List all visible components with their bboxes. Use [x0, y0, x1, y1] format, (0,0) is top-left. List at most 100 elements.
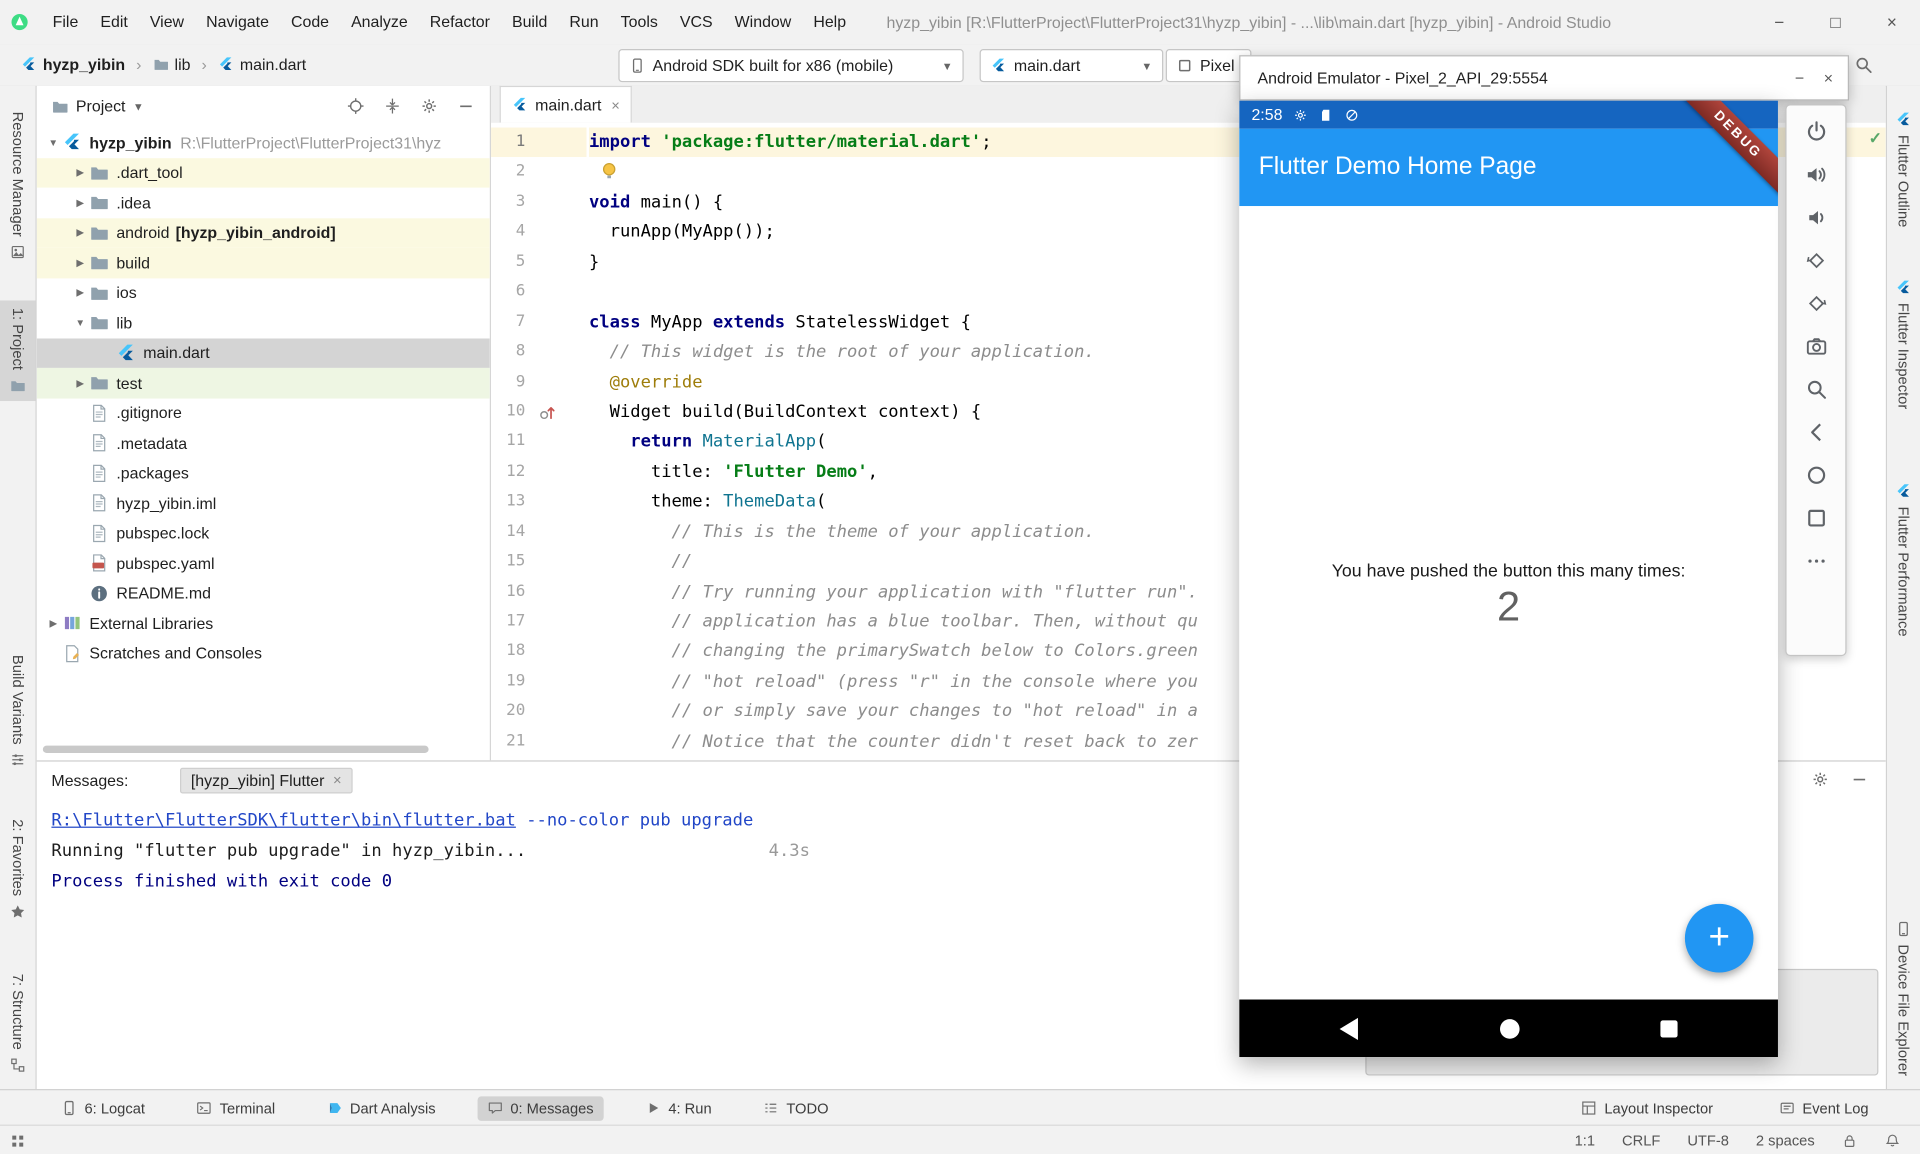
emulator-screen[interactable]: 2:58 Flutter Demo Home Page DEBUG You ha…	[1239, 101, 1778, 1058]
tree-item-metadata[interactable]: .metadata	[37, 428, 490, 458]
close-button[interactable]: ×	[1864, 0, 1920, 44]
increment-fab[interactable]: +	[1685, 904, 1754, 973]
tree-item-idea[interactable]: ▶.idea	[37, 188, 490, 218]
menu-run[interactable]: Run	[558, 12, 609, 30]
menu-tools[interactable]: Tools	[610, 12, 669, 30]
tool-button-7-structure[interactable]: 7: Structure	[0, 966, 36, 1080]
tree-item-dart-tool[interactable]: ▶.dart_tool	[37, 158, 490, 188]
rotate-left-icon[interactable]	[1804, 249, 1827, 272]
tool-button-flutter-inspector[interactable]: Flutter Inspector	[1887, 272, 1920, 416]
overview-button[interactable]	[1660, 1020, 1677, 1037]
tool-button-event-log[interactable]: Event Log	[1769, 1096, 1878, 1121]
menu-view[interactable]: View	[139, 12, 195, 30]
tree-item-pubspec-lock[interactable]: pubspec.lock	[37, 518, 490, 548]
breadcrumb-hyzp-yibin[interactable]: hyzp_yibin	[17, 53, 129, 76]
gear-icon[interactable]	[1811, 770, 1829, 788]
status-item-1-1[interactable]: 1:1	[1575, 1132, 1595, 1149]
tool-button-4-run[interactable]: 4: Run	[635, 1096, 721, 1121]
tree-item-scratches-and-consoles[interactable]: Scratches and Consoles	[37, 638, 490, 668]
bulb-icon[interactable]	[599, 161, 620, 182]
menu-vcs[interactable]: VCS	[669, 12, 724, 30]
expander-icon[interactable]: ▶	[71, 257, 89, 268]
tree-item-ios[interactable]: ▶ios	[37, 278, 490, 308]
status-item-utf-8[interactable]: UTF-8	[1687, 1132, 1729, 1149]
notifications-icon[interactable]	[1885, 1133, 1901, 1149]
menu-window[interactable]: Window	[724, 12, 803, 30]
home-icon[interactable]	[1804, 464, 1827, 487]
tool-button-build-variants[interactable]: Build Variants	[0, 648, 36, 776]
tool-button-0-messages[interactable]: 0: Messages	[477, 1096, 603, 1121]
volume-down-icon[interactable]	[1804, 206, 1827, 229]
chevron-down-icon[interactable]: ▼	[133, 100, 144, 112]
expander-icon[interactable]: ▶	[71, 197, 89, 208]
tool-button-todo[interactable]: TODO	[753, 1096, 838, 1121]
expander-icon[interactable]: ▶	[71, 377, 89, 388]
tree-item-packages[interactable]: .packages	[37, 458, 490, 488]
tree-item-hyzp-yibin-iml[interactable]: hyzp_yibin.iml	[37, 488, 490, 518]
minimize-button[interactable]: −	[1795, 69, 1804, 87]
project-panel-title[interactable]: Project	[76, 97, 126, 115]
expander-icon[interactable]: ▶	[71, 287, 89, 298]
menu-analyze[interactable]: Analyze	[340, 12, 419, 30]
breadcrumb-main-dart[interactable]: main.dart	[214, 53, 310, 76]
close-tab-icon[interactable]: ×	[611, 96, 620, 113]
tree-item-hyzp-yibin[interactable]: ▼hyzp_yibinR:\FlutterProject\FlutterProj…	[37, 128, 490, 158]
home-button[interactable]	[1499, 1019, 1519, 1039]
hide-panel-icon[interactable]	[457, 97, 475, 115]
expander-icon[interactable]: ▶	[71, 227, 89, 238]
hide-panel-icon[interactable]	[1850, 770, 1868, 788]
tree-item-pubspec-yaml[interactable]: pubspec.yaml	[37, 548, 490, 578]
menu-build[interactable]: Build	[501, 12, 558, 30]
tool-button-6-logcat[interactable]: 6: Logcat	[51, 1096, 154, 1121]
tool-button-2-favorites[interactable]: 2: Favorites	[0, 812, 36, 927]
tree-item-android[interactable]: ▶android[hyzp_yibin_android]	[37, 218, 490, 248]
tool-button-1-project[interactable]: 1: Project	[0, 300, 36, 400]
zoom-icon[interactable]	[1804, 378, 1827, 401]
lock-icon[interactable]	[1842, 1133, 1858, 1149]
console-link[interactable]: R:\Flutter\FlutterSDK\flutter\bin\flutte…	[51, 811, 515, 831]
expander-icon[interactable]: ▼	[71, 317, 89, 328]
tree-item-test[interactable]: ▶test	[37, 368, 490, 398]
tree-item-lib[interactable]: ▼lib	[37, 308, 490, 338]
gear-icon[interactable]	[420, 97, 438, 115]
search-icon[interactable]	[1854, 55, 1874, 75]
back-button[interactable]	[1340, 1017, 1358, 1039]
status-item-crlf[interactable]: CRLF	[1622, 1132, 1660, 1149]
tree-item-main-dart[interactable]: main.dart	[37, 338, 490, 368]
menu-file[interactable]: File	[42, 12, 90, 30]
tool-button-resource-manager[interactable]: Resource Manager	[0, 104, 36, 267]
tool-button-device-file-explorer[interactable]: Device File Explorer	[1887, 914, 1920, 1084]
close-icon[interactable]: ×	[333, 771, 342, 788]
tree-item-external-libraries[interactable]: ▶External Libraries	[37, 608, 490, 638]
maximize-button[interactable]: □	[1807, 0, 1863, 44]
status-item-2-spaces[interactable]: 2 spaces	[1756, 1132, 1815, 1149]
rotate-right-icon[interactable]	[1804, 292, 1827, 315]
close-button[interactable]: ×	[1824, 69, 1833, 87]
horizontal-scrollbar[interactable]	[43, 746, 429, 753]
menu-refactor[interactable]: Refactor	[419, 12, 501, 30]
tool-window-switcher-icon[interactable]	[10, 1133, 26, 1149]
more-icon[interactable]	[1804, 549, 1827, 572]
tool-button-dart-analysis[interactable]: Dart Analysis	[317, 1096, 446, 1121]
tool-button-terminal[interactable]: Terminal	[187, 1096, 285, 1121]
menu-edit[interactable]: Edit	[89, 12, 138, 30]
collapse-all-icon[interactable]	[383, 97, 401, 115]
overview-icon[interactable]	[1804, 507, 1827, 530]
tool-button-flutter-outline[interactable]: Flutter Outline	[1887, 104, 1920, 234]
tree-item-gitignore[interactable]: .gitignore	[37, 398, 490, 428]
menu-code[interactable]: Code	[280, 12, 340, 30]
expander-icon[interactable]: ▶	[44, 618, 62, 629]
menu-help[interactable]: Help	[802, 12, 857, 30]
menu-navigate[interactable]: Navigate	[195, 12, 280, 30]
expander-icon[interactable]: ▼	[44, 137, 62, 148]
messages-tab[interactable]: [hyzp_yibin] Flutter ×	[180, 767, 353, 793]
expander-icon[interactable]: ▶	[71, 167, 89, 178]
device-selector[interactable]: Android SDK built for x86 (mobile) ▼	[618, 49, 963, 82]
locate-file-icon[interactable]	[347, 97, 365, 115]
tool-button-layout-inspector[interactable]: Layout Inspector	[1571, 1096, 1723, 1121]
tool-button-flutter-performance[interactable]: Flutter Performance	[1887, 476, 1920, 644]
power-icon[interactable]	[1804, 120, 1827, 143]
tree-item-readme-md[interactable]: README.md	[37, 578, 490, 608]
inspections-ok-icon[interactable]: ✓	[1869, 129, 1882, 149]
emulator-title-bar[interactable]: Android Emulator - Pixel_2_API_29:5554 −…	[1239, 55, 1849, 100]
